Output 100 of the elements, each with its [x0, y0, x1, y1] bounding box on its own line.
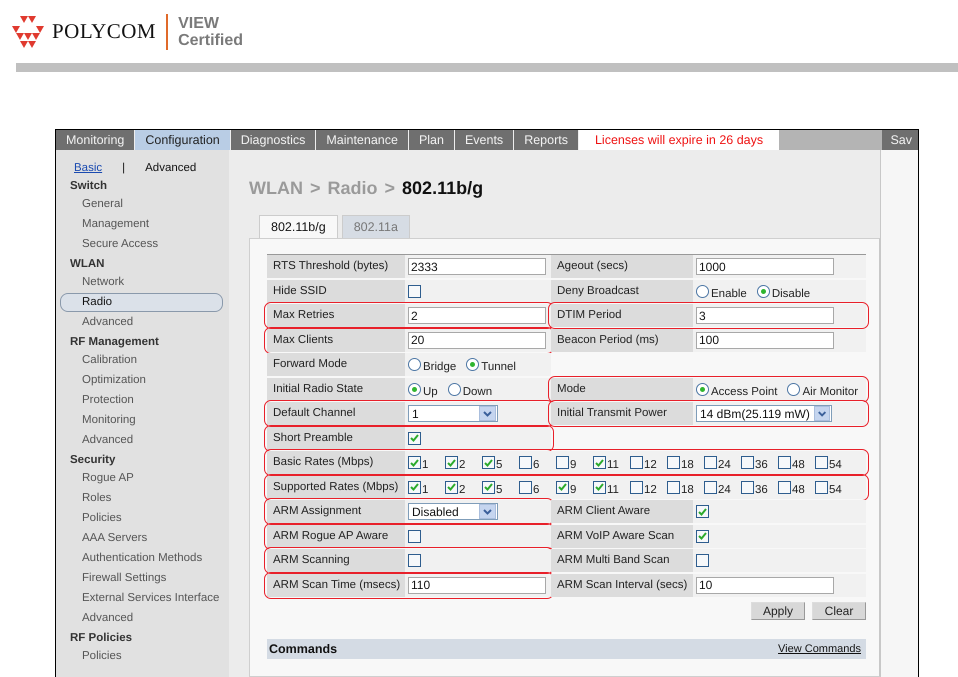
checkbox[interactable] — [778, 456, 791, 469]
checkbox[interactable] — [593, 456, 606, 469]
nav-tab[interactable]: Events — [454, 130, 514, 150]
checkbox[interactable] — [696, 530, 709, 542]
nav-tab[interactable]: Reports — [514, 130, 579, 150]
checkbox[interactable] — [630, 456, 643, 469]
checkbox[interactable] — [778, 480, 791, 494]
checkbox[interactable] — [408, 456, 421, 469]
sidebar-item[interactable]: Protection — [60, 391, 223, 410]
rate-label: 11 — [607, 459, 619, 471]
action-button[interactable]: Apply — [751, 602, 805, 620]
field-label: Initial Transmit Power — [551, 402, 693, 425]
text-field[interactable]: 110 — [408, 576, 546, 594]
text-field[interactable]: 1000 — [696, 258, 834, 275]
option-label: Disable — [772, 288, 810, 300]
nav-tab[interactable]: Configuration — [135, 130, 231, 150]
sidebar-item[interactable]: Network — [60, 273, 223, 292]
sidebar-item[interactable]: General — [60, 195, 223, 214]
radio-button[interactable] — [787, 382, 800, 396]
nav-tab[interactable]: Plan — [408, 130, 455, 150]
sidebar-item[interactable]: AAA Servers — [60, 529, 223, 548]
checkbox[interactable] — [815, 480, 828, 494]
save-button[interactable]: Sav — [882, 130, 918, 150]
sidebar-item[interactable]: Management — [60, 215, 223, 234]
checkbox[interactable] — [408, 480, 421, 494]
dropdown[interactable]: 14 dBm(25.119 mW) — [696, 405, 832, 422]
checkbox[interactable] — [696, 554, 709, 567]
sidebar-item[interactable]: Policies — [60, 647, 223, 666]
checkbox[interactable] — [696, 505, 709, 518]
checkbox[interactable] — [482, 480, 495, 494]
field-label: ARM Scanning — [267, 549, 405, 572]
radio-button[interactable] — [756, 284, 770, 298]
checkbox[interactable] — [556, 456, 569, 469]
checkbox[interactable] — [519, 456, 532, 469]
checkbox[interactable] — [667, 456, 680, 469]
action-button[interactable]: Clear — [812, 602, 866, 620]
breadcrumb-text: 802.11b/g — [402, 178, 484, 198]
section-title: RF Management — [69, 335, 160, 350]
dropdown[interactable]: Disabled — [408, 503, 498, 520]
sidebar-item[interactable]: Monitoring — [60, 411, 223, 430]
mode-label: | — [122, 162, 126, 174]
sidebar-item[interactable]: Advanced — [60, 313, 223, 332]
sidebar-item[interactable]: Calibration — [60, 351, 223, 370]
checkbox[interactable] — [593, 480, 606, 494]
option-label: Bridge — [423, 361, 456, 373]
radio-button[interactable] — [408, 382, 421, 396]
field-label: ARM Client Aware — [551, 500, 693, 523]
checkbox[interactable] — [704, 456, 717, 469]
checkbox[interactable] — [741, 456, 754, 469]
tab[interactable]: 802.11b/g — [259, 215, 338, 238]
sidebar-item[interactable]: Advanced — [60, 431, 223, 450]
checkbox[interactable] — [408, 284, 421, 298]
checkbox[interactable] — [408, 432, 421, 444]
checkbox[interactable] — [630, 480, 643, 494]
sidebar-item[interactable]: Advanced — [60, 609, 223, 628]
sidebar-item[interactable]: Authentication Methods — [60, 549, 223, 568]
checkbox[interactable] — [556, 480, 569, 494]
checkbox[interactable] — [667, 480, 680, 494]
nav-tab[interactable]: Monitoring — [56, 130, 136, 150]
radio-button[interactable] — [696, 382, 709, 396]
view-commands-link[interactable]: View Commands — [778, 642, 861, 654]
text-field[interactable]: 10 — [696, 576, 834, 594]
tab[interactable]: 802.11a — [342, 215, 410, 238]
field-label: Max Clients — [267, 328, 405, 352]
field-label: Mode — [551, 378, 693, 400]
radio-button[interactable] — [448, 382, 461, 396]
sidebar-item[interactable]: Firewall Settings — [60, 569, 223, 588]
caret-icon — [479, 406, 496, 421]
checkbox[interactable] — [482, 456, 495, 469]
checkbox[interactable] — [815, 456, 828, 469]
radio-button[interactable] — [466, 358, 480, 371]
rate-label: 36 — [755, 484, 768, 496]
rate-label: 54 — [829, 459, 842, 471]
text-field[interactable]: 2 — [408, 307, 546, 324]
breadcrumb-text: > — [384, 178, 396, 198]
dropdown[interactable]: 1 — [408, 405, 498, 422]
sidebar-item[interactable]: Optimization — [60, 371, 223, 390]
nav-tab[interactable]: Diagnostics — [230, 130, 316, 150]
radio-button[interactable] — [408, 358, 421, 371]
mode-link[interactable]: Basic — [74, 162, 102, 174]
checkbox[interactable] — [445, 480, 458, 494]
checkbox[interactable] — [704, 480, 717, 494]
text-field[interactable]: 100 — [696, 332, 834, 348]
sidebar-item[interactable]: External Services Interface — [60, 589, 223, 608]
nav-tab[interactable]: Maintenance — [316, 130, 409, 150]
checkbox[interactable] — [408, 554, 421, 567]
sidebar-item[interactable]: Rogue AP — [60, 469, 223, 488]
sidebar-item[interactable]: Secure Access — [60, 235, 223, 254]
text-field[interactable]: 2333 — [408, 258, 546, 275]
text-field[interactable]: 3 — [696, 307, 834, 324]
check-icon — [698, 508, 707, 516]
sidebar-item[interactable]: Roles — [60, 489, 223, 508]
checkbox[interactable] — [741, 480, 754, 494]
radio-button[interactable] — [696, 284, 709, 298]
text-field[interactable]: 20 — [408, 332, 546, 348]
checkbox[interactable] — [519, 480, 532, 494]
sidebar-item[interactable]: Radio — [60, 293, 223, 312]
checkbox[interactable] — [408, 530, 421, 542]
sidebar-item[interactable]: Policies — [60, 509, 223, 528]
checkbox[interactable] — [445, 456, 458, 469]
